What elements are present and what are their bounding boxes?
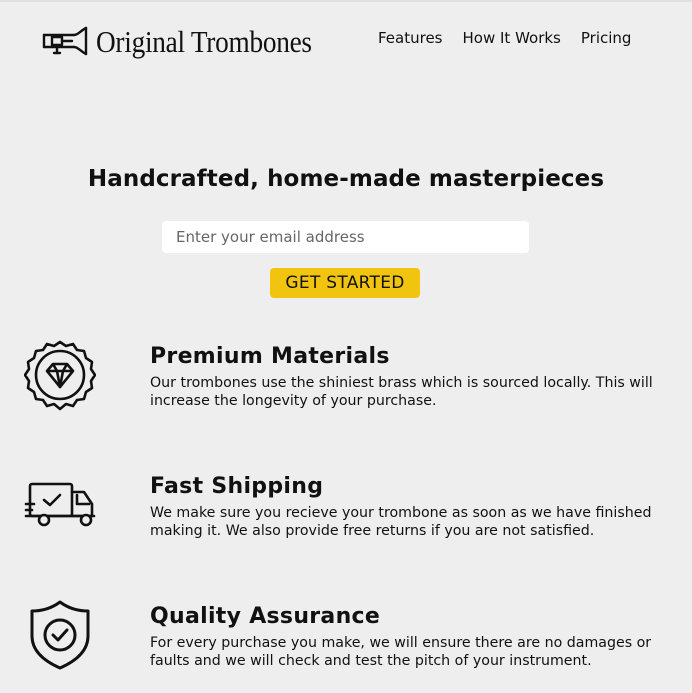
feature-description: For every purchase you make, we will ens… (150, 635, 652, 669)
feature-title: Quality Assurance (150, 604, 381, 629)
feature-description: Our trombones use the shiniest brass whi… (150, 375, 653, 409)
trombone-icon (42, 26, 88, 56)
feature-title: Fast Shipping (150, 474, 324, 499)
landing-page: Original Trombones Features How It Works… (0, 0, 692, 693)
nav-link-pricing[interactable]: Pricing (581, 28, 632, 48)
logo-text: Original Trombones (96, 24, 312, 59)
nav-link-features[interactable]: Features (378, 28, 443, 48)
hero-title: Handcrafted, home-made masterpieces (87, 166, 605, 192)
logo[interactable]: Original Trombones (42, 22, 341, 62)
feature-description: We make sure you recieve your trombone a… (150, 505, 652, 539)
main-nav: Features How It Works Pricing (378, 28, 651, 48)
get-started-button[interactable]: GET STARTED (270, 268, 420, 298)
nav-link-how-it-works[interactable]: How It Works (463, 28, 561, 48)
delivery-truck-icon (24, 482, 96, 527)
shield-check-icon (30, 600, 90, 670)
email-input[interactable] (162, 221, 529, 253)
top-border (0, 0, 692, 2)
diamond-badge-icon (24, 340, 96, 411)
feature-title: Premium Materials (150, 344, 390, 369)
